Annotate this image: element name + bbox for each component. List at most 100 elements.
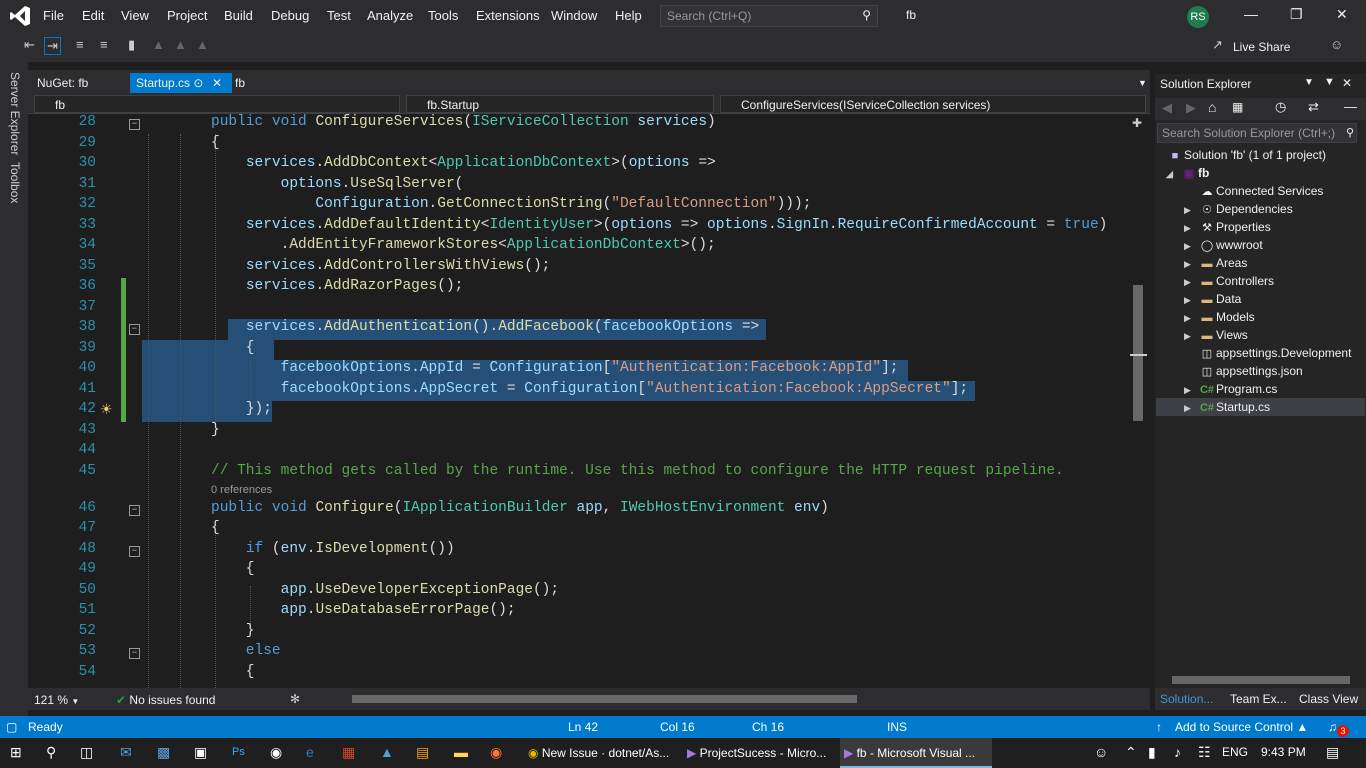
tree-item-views[interactable]: ▶ ▬ Views <box>1184 326 1248 344</box>
comment-icon[interactable]: ≡ <box>76 37 84 52</box>
tab-fb[interactable]: fb <box>229 73 251 93</box>
next-bookmark-icon[interactable]: ▲ <box>174 37 187 52</box>
language-indicator[interactable]: ENG <box>1222 745 1248 759</box>
menu-project[interactable]: Project <box>167 8 207 23</box>
solution-explorer-hscroll-thumb[interactable] <box>1172 676 1350 684</box>
task-view-icon[interactable]: ◫ <box>80 744 93 761</box>
menu-analyze[interactable]: Analyze <box>367 8 413 23</box>
status-insert-mode[interactable]: INS <box>887 720 907 734</box>
menu-debug[interactable]: Debug <box>271 8 309 23</box>
tree-item-areas[interactable]: ▶ ▬ Areas <box>1184 254 1247 272</box>
tree-item-controllers[interactable]: ▶ ▬ Controllers <box>1184 272 1274 290</box>
media-player-icon[interactable]: ◉ <box>270 744 282 761</box>
photos-icon[interactable]: ▲ <box>380 744 394 760</box>
wifi-icon[interactable]: ☷ <box>1198 744 1211 761</box>
history-icon[interactable]: ◷ <box>1275 99 1286 115</box>
menu-file[interactable]: File <box>43 8 64 23</box>
battery-icon[interactable]: ▮ <box>1148 744 1156 761</box>
search-input[interactable]: Search (Ctrl+Q) ⚲ <box>660 5 878 27</box>
collapsed-arrow-icon[interactable]: ▶ <box>1184 255 1198 273</box>
people-icon[interactable]: ☺ <box>1094 744 1108 760</box>
add-to-source-control-button[interactable]: Add to Source Control ▲ <box>1175 720 1308 734</box>
volume-icon[interactable]: ♪ <box>1174 744 1181 760</box>
tree-item-solution[interactable]: ■ Solution 'fb' (1 of 1 project) <box>1166 146 1326 164</box>
tab-overflow-icon[interactable]: ▼ <box>1132 73 1153 93</box>
search-icon[interactable]: ⚲ <box>46 744 56 761</box>
outdent-icon[interactable]: ⇤ <box>24 37 35 53</box>
menu-tools[interactable]: Tools <box>428 8 458 23</box>
taskbar-vs-projectsucess[interactable]: ▶ ProjectSucess - Micro... <box>683 738 835 768</box>
tab-nuget-fb[interactable]: NuGet: fb <box>31 73 94 93</box>
menu-help[interactable]: Help <box>615 8 642 23</box>
menu-extensions[interactable]: Extensions <box>476 8 540 23</box>
bookmark-icon[interactable]: ▮ <box>128 37 135 53</box>
collapsed-arrow-icon[interactable]: ▶ <box>1184 273 1198 291</box>
file-explorer-icon[interactable]: ▬ <box>454 744 468 760</box>
menu-view[interactable]: View <box>121 8 149 23</box>
clock[interactable]: 9:43 PM <box>1261 745 1306 759</box>
collapse-icon[interactable]: − <box>129 545 140 557</box>
server-explorer-tab[interactable]: Server Explorer <box>8 72 22 155</box>
photoshop-icon[interactable]: Ps <box>232 746 245 758</box>
collapsed-arrow-icon[interactable]: ▶ <box>1184 309 1198 327</box>
issues-indicator[interactable]: ✔ No issues found <box>116 693 215 707</box>
class-dropdown[interactable]: fb.Startup <box>406 95 714 113</box>
desktop-icon[interactable]: ▩ <box>157 744 170 761</box>
collapsed-arrow-icon[interactable]: ▶ <box>1184 291 1198 309</box>
tree-item-appsettings-json[interactable]: ◫ appsettings.json <box>1184 362 1303 380</box>
feedback-icon[interactable]: ☺ <box>1330 37 1343 52</box>
switch-views-icon[interactable]: ▦ <box>1232 100 1243 114</box>
collapsed-arrow-icon[interactable]: ▶ <box>1184 327 1198 345</box>
collapsed-arrow-icon[interactable]: ▶ <box>1184 381 1198 399</box>
tree-item-appsettings-development[interactable]: ◫ appsettings.Development <box>1184 344 1352 362</box>
taskbar-vs-fb[interactable]: ▶ fb - Microsoft Visual ... <box>840 738 992 768</box>
menu-build[interactable]: Build <box>224 8 253 23</box>
scrollbar-thumb[interactable] <box>1133 285 1143 421</box>
collapse-icon[interactable]: − <box>129 648 140 659</box>
indent-icon[interactable]: ⇥ <box>44 37 61 55</box>
collapsed-arrow-icon[interactable]: ▶ <box>1184 237 1198 255</box>
live-share-button[interactable]: Live Share <box>1233 40 1290 54</box>
collapse-icon[interactable]: − <box>129 119 140 130</box>
tree-item-startup-cs[interactable]: ▶ C# Startup.cs <box>1184 398 1270 416</box>
home-icon[interactable]: ⌂ <box>1208 99 1216 115</box>
panel-close-icon[interactable]: ✕ <box>1342 76 1352 90</box>
collapse-icon[interactable]: − <box>129 324 140 335</box>
collapsed-arrow-icon[interactable]: ▶ <box>1184 399 1198 417</box>
tab-close-icon[interactable]: ✕ <box>210 73 225 93</box>
zoom-dropdown[interactable]: 121 % ▼ <box>34 693 79 707</box>
action-center-icon[interactable]: ▤ <box>1326 744 1339 761</box>
sync-icon[interactable]: ⇄ <box>1308 99 1319 115</box>
menu-test[interactable]: Test <box>327 8 351 23</box>
tree-item-program-cs[interactable]: ▶ C# Program.cs <box>1184 380 1277 398</box>
forward-icon[interactable]: ▶ <box>1186 100 1196 116</box>
uncomment-icon[interactable]: ≡ <box>100 37 108 52</box>
taskbar-chrome-window[interactable]: ◉ New Issue · dotnet/As... <box>524 738 678 768</box>
tree-item-project[interactable]: ◢ ▣ fb <box>1166 164 1209 182</box>
notifications-bell-icon[interactable]: ♫ <box>1328 720 1337 734</box>
split-icon[interactable]: ✚ <box>1132 116 1142 130</box>
pin-icon[interactable]: ⊙ <box>193 76 203 90</box>
collapse-icon[interactable]: − <box>129 504 140 516</box>
powerpoint-icon[interactable]: ▦ <box>342 744 355 761</box>
tree-item-dependencies[interactable]: ▶ ☉ Dependencies <box>1184 200 1293 218</box>
collapsed-arrow-icon[interactable]: ▶ <box>1184 219 1198 237</box>
pin-icon[interactable]: ▼ <box>1324 76 1335 88</box>
back-icon[interactable]: ◀ <box>1162 100 1172 116</box>
restore-icon[interactable]: ❐ <box>1290 6 1303 23</box>
mail-icon[interactable]: ✉ <box>120 744 132 761</box>
store-icon[interactable]: ▣ <box>194 744 207 761</box>
toolbox-tab[interactable]: Toolbox <box>8 162 22 203</box>
menu-window[interactable]: Window <box>551 8 597 23</box>
visual-studio-logo-icon[interactable] <box>8 4 32 28</box>
avatar[interactable]: RS <box>1187 6 1209 28</box>
lightbulb-icon[interactable]: ☀ <box>100 401 113 418</box>
live-share-icon[interactable]: ↗ <box>1212 37 1223 53</box>
minimize-icon[interactable]: — <box>1244 6 1258 22</box>
tab-class-view[interactable]: Class View <box>1299 692 1358 706</box>
search-options-icon[interactable]: ⚲ <box>1346 126 1354 139</box>
codelens-references[interactable]: 0 references <box>211 484 272 496</box>
panel-options-icon[interactable]: ▼ <box>1304 77 1314 88</box>
edge-icon[interactable]: e <box>306 744 314 760</box>
menu-edit[interactable]: Edit <box>82 8 104 23</box>
